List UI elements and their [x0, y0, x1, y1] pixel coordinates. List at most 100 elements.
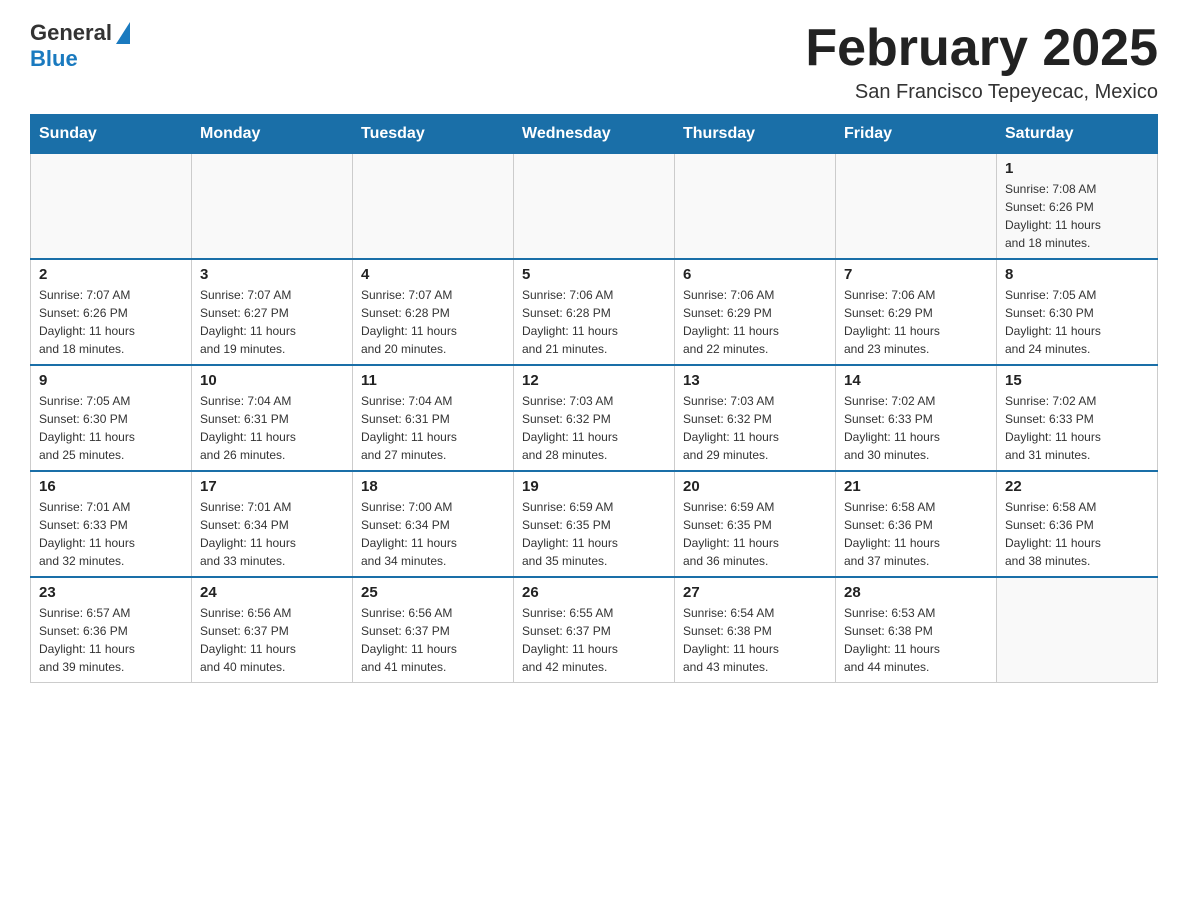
- day-number: 26: [522, 584, 666, 601]
- day-info: Sunrise: 6:53 AM Sunset: 6:38 PM Dayligh…: [844, 604, 988, 676]
- calendar-day-cell: [31, 154, 192, 260]
- calendar-day-cell: 14 Sunrise: 7:02 AM Sunset: 6:33 PM Dayli…: [836, 365, 997, 471]
- calendar-day-cell: 27Sunrise: 6:54 AM Sunset: 6:38 PM Dayli…: [675, 577, 836, 683]
- day-number: 13: [683, 372, 827, 389]
- day-number: 4: [361, 266, 505, 283]
- page-header: General Blue February 2025 San Francisco…: [30, 20, 1158, 104]
- day-info: Sunrise: 7:08 AM Sunset: 6:26 PM Dayligh…: [1005, 180, 1149, 252]
- day-info: Sunrise: 6:55 AM Sunset: 6:37 PM Dayligh…: [522, 604, 666, 676]
- month-title: February 2025: [805, 20, 1158, 77]
- day-number: 25: [361, 584, 505, 601]
- calendar-day-cell: 10 Sunrise: 7:04 AM Sunset: 6:31 PM Dayli…: [192, 365, 353, 471]
- calendar-week-row: 2Sunrise: 7:07 AM Sunset: 6:26 PM Daylig…: [31, 259, 1158, 365]
- logo-general-text: General: [30, 20, 112, 46]
- day-info: Sunrise: 7:03 AM Sunset: 6:32 PM Dayligh…: [683, 392, 827, 464]
- day-number: 14: [844, 372, 988, 389]
- calendar-header-row: SundayMondayTuesdayWednesdayThursdayFrid…: [31, 115, 1158, 154]
- day-number: 23: [39, 584, 183, 601]
- weekday-header-saturday: Saturday: [997, 115, 1158, 154]
- day-number: 12: [522, 372, 666, 389]
- calendar-day-cell: 3 Sunrise: 7:07 AM Sunset: 6:27 PM Daylig…: [192, 259, 353, 365]
- calendar-day-cell: 24 Sunrise: 6:56 AM Sunset: 6:37 PM Dayli…: [192, 577, 353, 683]
- calendar-day-cell: 26 Sunrise: 6:55 AM Sunset: 6:37 PM Dayli…: [514, 577, 675, 683]
- calendar-day-cell: [836, 154, 997, 260]
- day-info: Sunrise: 7:06 AM Sunset: 6:28 PM Dayligh…: [522, 286, 666, 358]
- weekday-header-sunday: Sunday: [31, 115, 192, 154]
- calendar-day-cell: 2Sunrise: 7:07 AM Sunset: 6:26 PM Daylig…: [31, 259, 192, 365]
- day-info: Sunrise: 6:56 AM Sunset: 6:37 PM Dayligh…: [361, 604, 505, 676]
- day-info: Sunrise: 6:58 AM Sunset: 6:36 PM Dayligh…: [1005, 498, 1149, 570]
- weekday-header-wednesday: Wednesday: [514, 115, 675, 154]
- day-number: 6: [683, 266, 827, 283]
- day-info: Sunrise: 7:07 AM Sunset: 6:27 PM Dayligh…: [200, 286, 344, 358]
- weekday-header-tuesday: Tuesday: [353, 115, 514, 154]
- day-number: 15: [1005, 372, 1149, 389]
- day-info: Sunrise: 7:05 AM Sunset: 6:30 PM Dayligh…: [1005, 286, 1149, 358]
- calendar-week-row: 9Sunrise: 7:05 AM Sunset: 6:30 PM Daylig…: [31, 365, 1158, 471]
- day-info: Sunrise: 7:07 AM Sunset: 6:26 PM Dayligh…: [39, 286, 183, 358]
- day-number: 3: [200, 266, 344, 283]
- day-number: 8: [1005, 266, 1149, 283]
- calendar-day-cell: 12 Sunrise: 7:03 AM Sunset: 6:32 PM Dayli…: [514, 365, 675, 471]
- calendar-day-cell: 4 Sunrise: 7:07 AM Sunset: 6:28 PM Daylig…: [353, 259, 514, 365]
- day-info: Sunrise: 6:59 AM Sunset: 6:35 PM Dayligh…: [683, 498, 827, 570]
- weekday-header-thursday: Thursday: [675, 115, 836, 154]
- day-info: Sunrise: 6:57 AM Sunset: 6:36 PM Dayligh…: [39, 604, 183, 676]
- calendar-day-cell: 1 Sunrise: 7:08 AM Sunset: 6:26 PM Daylig…: [997, 154, 1158, 260]
- day-number: 20: [683, 478, 827, 495]
- weekday-header-monday: Monday: [192, 115, 353, 154]
- calendar-day-cell: 19Sunrise: 6:59 AM Sunset: 6:35 PM Dayli…: [514, 471, 675, 577]
- day-info: Sunrise: 7:06 AM Sunset: 6:29 PM Dayligh…: [844, 286, 988, 358]
- day-number: 16: [39, 478, 183, 495]
- calendar-day-cell: 22 Sunrise: 6:58 AM Sunset: 6:36 PM Dayli…: [997, 471, 1158, 577]
- day-info: Sunrise: 7:00 AM Sunset: 6:34 PM Dayligh…: [361, 498, 505, 570]
- calendar-week-row: 1 Sunrise: 7:08 AM Sunset: 6:26 PM Daylig…: [31, 154, 1158, 260]
- calendar-day-cell: 17Sunrise: 7:01 AM Sunset: 6:34 PM Dayli…: [192, 471, 353, 577]
- day-number: 18: [361, 478, 505, 495]
- title-block: February 2025 San Francisco Tepeyecac, M…: [805, 20, 1158, 104]
- day-number: 10: [200, 372, 344, 389]
- day-info: Sunrise: 7:05 AM Sunset: 6:30 PM Dayligh…: [39, 392, 183, 464]
- day-info: Sunrise: 7:04 AM Sunset: 6:31 PM Dayligh…: [361, 392, 505, 464]
- weekday-header-friday: Friday: [836, 115, 997, 154]
- calendar-day-cell: 16 Sunrise: 7:01 AM Sunset: 6:33 PM Dayli…: [31, 471, 192, 577]
- day-info: Sunrise: 7:01 AM Sunset: 6:33 PM Dayligh…: [39, 498, 183, 570]
- calendar-day-cell: 28 Sunrise: 6:53 AM Sunset: 6:38 PM Dayli…: [836, 577, 997, 683]
- calendar-day-cell: 11 Sunrise: 7:04 AM Sunset: 6:31 PM Dayli…: [353, 365, 514, 471]
- day-number: 27: [683, 584, 827, 601]
- logo: General Blue: [30, 20, 130, 72]
- day-number: 22: [1005, 478, 1149, 495]
- day-number: 11: [361, 372, 505, 389]
- day-info: Sunrise: 6:58 AM Sunset: 6:36 PM Dayligh…: [844, 498, 988, 570]
- day-number: 24: [200, 584, 344, 601]
- calendar-day-cell: [675, 154, 836, 260]
- day-info: Sunrise: 7:02 AM Sunset: 6:33 PM Dayligh…: [844, 392, 988, 464]
- day-number: 21: [844, 478, 988, 495]
- calendar-day-cell: 25 Sunrise: 6:56 AM Sunset: 6:37 PM Dayli…: [353, 577, 514, 683]
- calendar-day-cell: 20 Sunrise: 6:59 AM Sunset: 6:35 PM Dayli…: [675, 471, 836, 577]
- day-info: Sunrise: 6:56 AM Sunset: 6:37 PM Dayligh…: [200, 604, 344, 676]
- day-info: Sunrise: 7:06 AM Sunset: 6:29 PM Dayligh…: [683, 286, 827, 358]
- day-info: Sunrise: 7:07 AM Sunset: 6:28 PM Dayligh…: [361, 286, 505, 358]
- calendar-day-cell: 18 Sunrise: 7:00 AM Sunset: 6:34 PM Dayli…: [353, 471, 514, 577]
- day-number: 7: [844, 266, 988, 283]
- calendar-day-cell: [192, 154, 353, 260]
- logo-triangle-icon: [116, 22, 130, 44]
- day-info: Sunrise: 7:03 AM Sunset: 6:32 PM Dayligh…: [522, 392, 666, 464]
- calendar-day-cell: 9Sunrise: 7:05 AM Sunset: 6:30 PM Daylig…: [31, 365, 192, 471]
- calendar-week-row: 23 Sunrise: 6:57 AM Sunset: 6:36 PM Dayli…: [31, 577, 1158, 683]
- day-number: 28: [844, 584, 988, 601]
- calendar-week-row: 16 Sunrise: 7:01 AM Sunset: 6:33 PM Dayli…: [31, 471, 1158, 577]
- calendar-day-cell: 7 Sunrise: 7:06 AM Sunset: 6:29 PM Daylig…: [836, 259, 997, 365]
- day-info: Sunrise: 7:04 AM Sunset: 6:31 PM Dayligh…: [200, 392, 344, 464]
- day-info: Sunrise: 6:59 AM Sunset: 6:35 PM Dayligh…: [522, 498, 666, 570]
- calendar-day-cell: 8 Sunrise: 7:05 AM Sunset: 6:30 PM Daylig…: [997, 259, 1158, 365]
- day-number: 5: [522, 266, 666, 283]
- day-number: 1: [1005, 160, 1149, 177]
- calendar-day-cell: 6 Sunrise: 7:06 AM Sunset: 6:29 PM Daylig…: [675, 259, 836, 365]
- day-info: Sunrise: 7:02 AM Sunset: 6:33 PM Dayligh…: [1005, 392, 1149, 464]
- calendar-day-cell: 23 Sunrise: 6:57 AM Sunset: 6:36 PM Dayli…: [31, 577, 192, 683]
- calendar-day-cell: 5 Sunrise: 7:06 AM Sunset: 6:28 PM Daylig…: [514, 259, 675, 365]
- logo-blue-text: Blue: [30, 46, 78, 72]
- calendar-day-cell: [997, 577, 1158, 683]
